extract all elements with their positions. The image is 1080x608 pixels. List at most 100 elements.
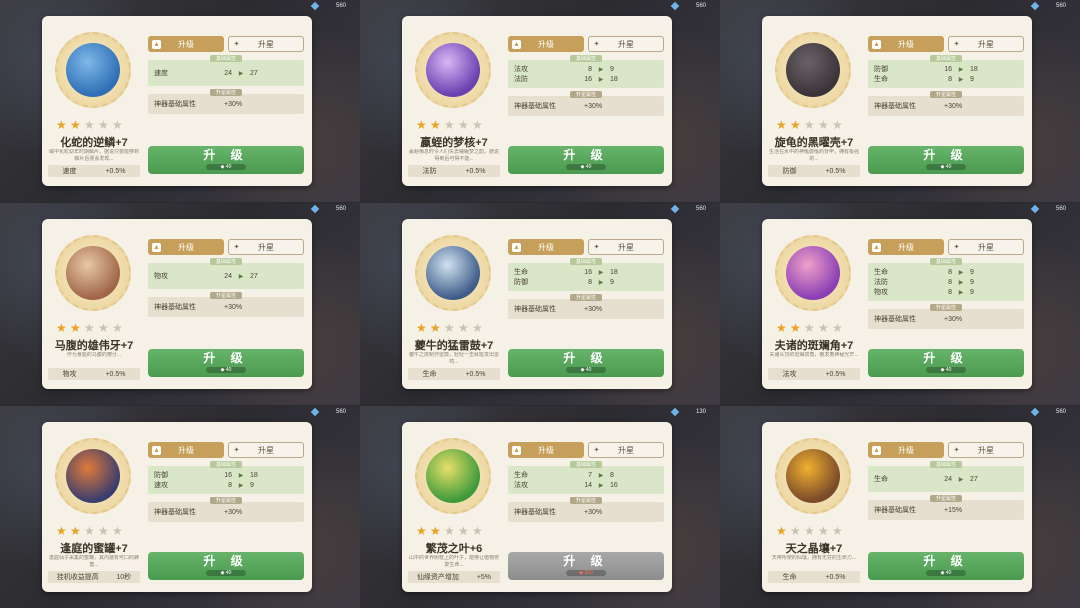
stat-row: 速度 24 ▶ 27 (154, 68, 298, 78)
upgrade-button[interactable]: 升 级 ◆ 300 (508, 552, 664, 580)
star-stats: 升星属性 神器基础属性 +30% (508, 497, 664, 522)
star-filled-icon: ★ (430, 118, 441, 132)
stat-next: 18 (250, 471, 258, 479)
arrow-up-icon: ▲ (872, 40, 881, 49)
tab-upgrade[interactable]: ▲ 升级 (868, 36, 944, 52)
stat-next: 16 (610, 481, 618, 489)
tab-star[interactable]: ✦ 升星 (948, 239, 1024, 255)
base-stats-header: 基础属性 (929, 461, 963, 468)
stat-name: 法防 (514, 76, 528, 83)
currency-bar: 560 (310, 407, 346, 417)
tab-star[interactable]: ✦ 升星 (948, 442, 1024, 458)
tab-star[interactable]: ✦ 升星 (588, 239, 664, 255)
tab-upgrade[interactable]: ▲ 升级 (868, 239, 944, 255)
stat-row: 神器基础属性 +15% (874, 505, 1018, 515)
star-rating: ★ ★ ★ ★ ★ (56, 525, 124, 537)
item-effect: 防御 +0.5% (768, 165, 860, 177)
effect-label: 物攻 (62, 371, 77, 378)
upgrade-panel: ★ ★ ★ ★ ★ 夫诸的斑斓角+7 夫诸头顶的斑斓双角，散发着神秘光芒... 法攻 +0.5%… (762, 219, 1032, 389)
star-empty-icon: ★ (458, 524, 469, 538)
item-info: ★ ★ ★ ★ ★ 繁茂之叶+6 山中的世界树枝上的叶子，能够让植物恢复生命... 仙缘资产增… (402, 422, 506, 592)
tab-upgrade[interactable]: ▲ 升级 (148, 239, 224, 255)
item-name: 蠃蛭的梦核+7 (420, 137, 488, 149)
artifact-icon (426, 43, 480, 97)
gem-icon (670, 204, 680, 214)
stat-current: 16 (584, 268, 592, 276)
tab-upgrade[interactable]: ▲ 升级 (148, 36, 224, 52)
star-empty-icon: ★ (112, 524, 123, 538)
artifact-icon (426, 449, 480, 503)
arrow-right-icon: ▶ (238, 482, 244, 489)
stat-current: 24 (224, 272, 232, 280)
arrow-right-icon: ▶ (958, 289, 964, 296)
upgrade-details: ▲ 升级 ✦ 升星 基础属性 生命 16 ▶ 18 防御 8 ▶ 9 升星属性 神器基础属性 +30% 升 级 ◆… (508, 239, 664, 377)
sparkle-icon: ✦ (953, 41, 960, 48)
tab-star[interactable]: ✦ 升星 (228, 36, 304, 52)
upgrade-button[interactable]: 升 级 ◆ 40 (868, 146, 1024, 174)
tab-label: 升星 (258, 242, 274, 252)
panel-cell: 560 ★ ★ ★ ★ ★ 蠃蛭的梦核+7 蠃蛭栖息时令人们失去睡眠梦之韵。据说得到后可得不能… (360, 0, 720, 202)
star-filled-icon: ★ (416, 118, 427, 132)
upgrade-button[interactable]: 升 级 ◆ 40 (148, 552, 304, 580)
item-name: 马腹的雄伟牙+7 (54, 340, 134, 352)
stat-row: 防御 16 ▶ 18 (874, 64, 1018, 74)
tab-label: 升级 (538, 39, 554, 49)
stat-row: 法防 16 ▶ 18 (514, 74, 658, 84)
tab-upgrade[interactable]: ▲ 升级 (508, 239, 584, 255)
star-empty-icon: ★ (472, 321, 483, 335)
tab-star[interactable]: ✦ 升星 (948, 36, 1024, 52)
effect-label: 法攻 (782, 371, 797, 378)
effect-value: +0.5% (825, 370, 846, 378)
stat-next: 9 (610, 65, 614, 73)
star-empty-icon: ★ (458, 321, 469, 335)
star-stats-header: 升星属性 (569, 294, 603, 301)
upgrade-button[interactable]: 升 级 ◆ 40 (868, 552, 1024, 580)
upgrade-panel: ★ ★ ★ ★ ★ 蠃蛭的梦核+7 蠃蛭栖息时令人们失去睡眠梦之韵。据说得到后可得不能...… (402, 16, 672, 186)
upgrade-button-label: 升 级 (923, 351, 969, 365)
item-info: ★ ★ ★ ★ ★ 夫诸的斑斓角+7 夫诸头顶的斑斓双角，散发着神秘光芒... 法攻 +0.5% (762, 219, 866, 389)
upgrade-button[interactable]: 升 级 ◆ 40 (148, 146, 304, 174)
panel-cell: 560 ★ ★ ★ ★ ★ 夫诸的斑斓角+7 夫诸头顶的斑斓双角，散发着神秘光芒... 法攻 +0… (720, 203, 1080, 405)
tab-star[interactable]: ✦ 升星 (588, 36, 664, 52)
gem-icon (670, 1, 680, 11)
tab-star[interactable]: ✦ 升星 (228, 239, 304, 255)
item-effect: 生命 +0.5% (768, 571, 860, 583)
tab-upgrade[interactable]: ▲ 升级 (868, 442, 944, 458)
tab-upgrade[interactable]: ▲ 升级 (508, 442, 584, 458)
tab-label: 升级 (898, 242, 914, 252)
upgrade-panel: ★ ★ ★ ★ ★ 旋龟的黑曜壳+7 生活在水中的神龟旋龟的背甲，拥有极强的... 防御 +0.… (762, 16, 1032, 186)
tab-upgrade[interactable]: ▲ 升级 (148, 442, 224, 458)
gem-icon (670, 407, 680, 417)
upgrade-button-label: 升 级 (563, 148, 609, 162)
stat-row: 神器基础属性 +30% (154, 99, 298, 109)
star-filled-icon: ★ (430, 524, 441, 538)
upgrade-button[interactable]: 升 级 ◆ 40 (508, 349, 664, 377)
star-stats-header: 升星属性 (929, 91, 963, 98)
upgrade-button-label: 升 级 (923, 554, 969, 568)
upgrade-panel: ★ ★ ★ ★ ★ 天之晶壤+7 天帝所使的仙壤，拥有无穷的生命力... 生命 +0.5% ▲ 升级… (762, 422, 1032, 592)
tab-upgrade[interactable]: ▲ 升级 (508, 36, 584, 52)
star-empty-icon: ★ (112, 118, 123, 132)
stat-current: 14 (584, 481, 592, 489)
upgrade-button[interactable]: 升 级 ◆ 40 (148, 349, 304, 377)
stat-name: 防御 (514, 279, 528, 286)
effect-label: 挂机收益提高 (56, 574, 99, 581)
upgrade-button[interactable]: 升 级 ◆ 40 (868, 349, 1024, 377)
upgrade-button[interactable]: 升 级 ◆ 40 (508, 146, 664, 174)
tab-star[interactable]: ✦ 升星 (588, 442, 664, 458)
star-stats-header: 升星属性 (209, 89, 243, 96)
sparkle-icon: ✦ (593, 244, 600, 251)
stat-next: 9 (970, 268, 974, 276)
star-stats-header: 升星属性 (209, 497, 243, 504)
upgrade-details: ▲ 升级 ✦ 升星 基础属性 防御 16 ▶ 18 生命 8 ▶ 9 升星属性 神器基础属性 +30% 升 级 ◆… (868, 36, 1024, 174)
sparkle-icon: ✦ (953, 244, 960, 251)
upgrade-cost: ◆ 40 (206, 367, 246, 373)
stat-current: 8 (948, 278, 952, 286)
stat-next: 8 (610, 471, 614, 479)
stat-next: 9 (970, 75, 974, 83)
stat-next: 18 (610, 75, 618, 83)
stat-next: 9 (970, 278, 974, 286)
artifact-icon (66, 246, 120, 300)
tab-star[interactable]: ✦ 升星 (228, 442, 304, 458)
currency-amount: 560 (335, 206, 346, 212)
